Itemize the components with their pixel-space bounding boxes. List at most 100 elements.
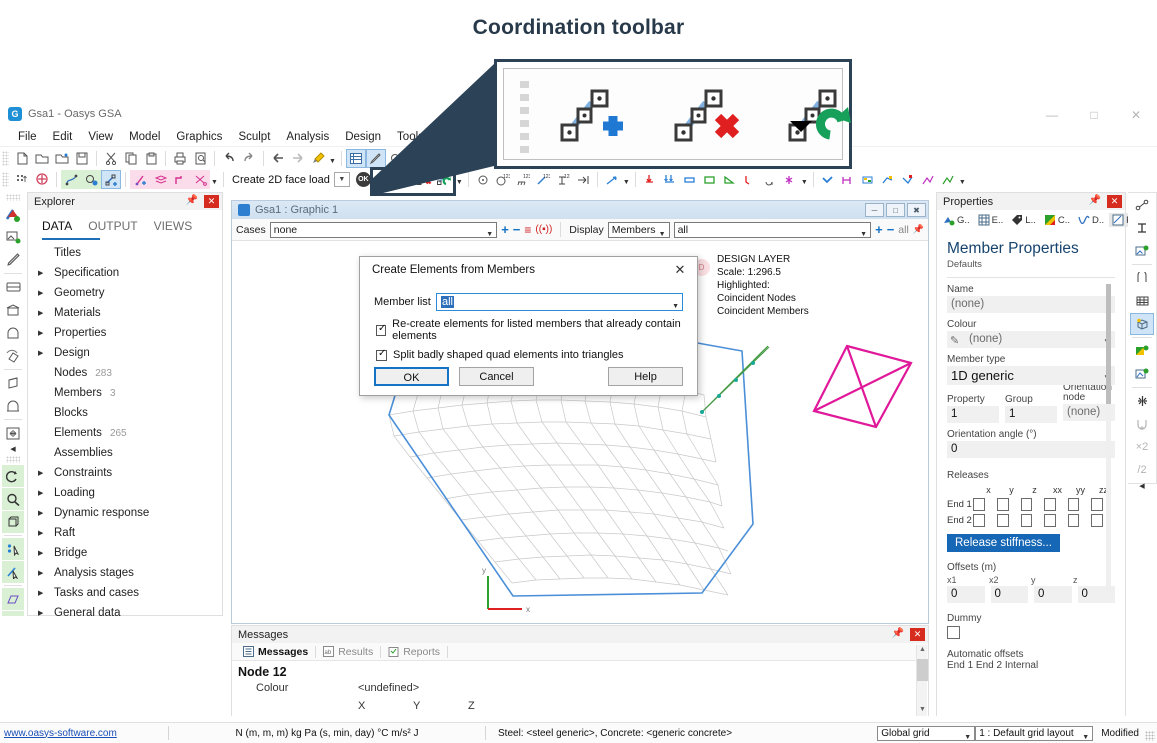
tree-item-properties[interactable]: ▶Properties: [28, 323, 222, 343]
chevron-right-icon[interactable]: ▶: [38, 289, 54, 297]
forward-icon[interactable]: [288, 149, 308, 168]
tree-item-specification[interactable]: ▶Specification: [28, 263, 222, 283]
graphic-close-button[interactable]: ✖: [907, 203, 926, 217]
member-add-icon[interactable]: [130, 170, 150, 189]
result-diagram-icon[interactable]: [918, 170, 938, 189]
tree-item-design[interactable]: ▶Design: [28, 343, 222, 363]
chevron-right-icon[interactable]: ▶: [38, 309, 54, 317]
restraint-label-icon[interactable]: 123: [513, 170, 533, 189]
tab-views[interactable]: VIEWS: [154, 219, 193, 233]
select-node-icon[interactable]: [2, 538, 24, 560]
release-checkbox-yy[interactable]: [1068, 514, 1080, 527]
undo-icon[interactable]: [219, 149, 239, 168]
split-quads-checkbox[interactable]: Split badly shaped quad elements into tr…: [360, 342, 697, 361]
release-checkbox-x[interactable]: [973, 514, 985, 527]
chevron-right-icon[interactable]: ▶: [38, 329, 54, 337]
point-load-icon[interactable]: [640, 170, 660, 189]
chevron-right-icon[interactable]: ▶: [38, 269, 54, 277]
menu-item-sculpt[interactable]: Sculpt: [230, 129, 278, 145]
tree-item-titles[interactable]: Titles: [28, 243, 222, 263]
chevron-right-icon[interactable]: ▶: [38, 589, 54, 597]
orbit-icon[interactable]: [2, 465, 24, 487]
add-target-icon[interactable]: [32, 170, 52, 189]
menu-item-view[interactable]: View: [80, 129, 121, 145]
release-checkbox-x[interactable]: [973, 498, 985, 511]
resize-grip[interactable]: [1145, 731, 1155, 741]
rotate-solid-icon[interactable]: [2, 345, 24, 367]
menu-item-file[interactable]: File: [10, 129, 45, 145]
scale-up-label[interactable]: ×2: [1130, 436, 1154, 458]
offset-field-y[interactable]: 0: [1034, 586, 1072, 603]
tab-messages[interactable]: Messages: [236, 646, 315, 658]
open-icon[interactable]: [32, 149, 52, 168]
back-icon[interactable]: [268, 149, 288, 168]
callout-dropdown-icon[interactable]: [790, 121, 812, 132]
display-add-button[interactable]: +: [875, 222, 883, 237]
chevron-down-icon[interactable]: ▼: [860, 227, 867, 242]
chevron-right-icon[interactable]: ▶: [38, 549, 54, 557]
gravity-load-icon[interactable]: [720, 170, 740, 189]
display-select[interactable]: Members ▼: [608, 222, 670, 238]
tree-item-dynamic-response[interactable]: ▶Dynamic response: [28, 503, 222, 523]
window-controls[interactable]: — □ ✕: [1031, 103, 1157, 127]
face-load-icon[interactable]: [700, 170, 720, 189]
offset-field-x1[interactable]: 0: [947, 586, 985, 603]
display-settings-icon[interactable]: [1130, 363, 1154, 385]
pin-icon[interactable]: 📌: [186, 195, 198, 206]
tree-item-constraints[interactable]: ▶Constraints: [28, 463, 222, 483]
menu-item-edit[interactable]: Edit: [45, 129, 81, 145]
colour-select[interactable]: ✎ (none) ▼: [947, 331, 1115, 348]
element-number-icon[interactable]: 123: [533, 170, 553, 189]
open-recent-icon[interactable]: [52, 149, 72, 168]
node-number-icon[interactable]: 123: [493, 170, 513, 189]
grid-point-icon[interactable]: [12, 170, 32, 189]
grid-select[interactable]: Global grid ▼: [877, 726, 975, 741]
select-element-icon[interactable]: [2, 561, 24, 583]
curve-shape-icon[interactable]: [1130, 267, 1154, 289]
tab-elements[interactable]: E..: [975, 213, 1007, 227]
tree-item-blocks[interactable]: Blocks: [28, 403, 222, 423]
menu-item-model[interactable]: Model: [121, 129, 168, 145]
tree-item-materials[interactable]: ▶Materials: [28, 303, 222, 323]
recreate-elements-checkbox[interactable]: Re-create elements for listed members th…: [360, 311, 697, 342]
sum-plus-icon[interactable]: Σ+: [435, 149, 455, 168]
load-type-dropdown[interactable]: ▼: [334, 172, 350, 187]
toolbar-overflow-icon[interactable]: ▼: [800, 170, 809, 189]
expand-down-icon[interactable]: [818, 170, 838, 189]
tree-item-members[interactable]: Members3: [28, 383, 222, 403]
node-label-icon[interactable]: [473, 170, 493, 189]
print-icon[interactable]: [170, 149, 190, 168]
add-graphic-view-icon[interactable]: [2, 203, 24, 225]
close-icon[interactable]: ✕: [1107, 195, 1122, 208]
distributed-load-icon[interactable]: [660, 170, 680, 189]
toolbar-grip[interactable]: [2, 172, 9, 187]
grid-plane-icon[interactable]: [2, 588, 24, 610]
copy-icon[interactable]: [121, 149, 141, 168]
snap-end-icon[interactable]: [573, 170, 593, 189]
tree-item-geometry[interactable]: ▶Geometry: [28, 283, 222, 303]
release-checkbox-y[interactable]: [997, 498, 1009, 511]
chevron-right-icon[interactable]: ▶: [38, 349, 54, 357]
orientation-angle-field[interactable]: 0: [947, 441, 1115, 458]
step-icon[interactable]: [170, 170, 190, 189]
pin-icon[interactable]: 📌: [1089, 195, 1101, 206]
arch-icon[interactable]: [2, 322, 24, 344]
sum-icon[interactable]: Σ: [415, 149, 435, 168]
redo-icon[interactable]: [239, 149, 259, 168]
image-settings-icon[interactable]: [1130, 240, 1154, 262]
cases-add-button[interactable]: +: [501, 222, 509, 237]
menu-item-design[interactable]: Design: [337, 129, 389, 145]
chevron-down-icon[interactable]: ▼: [486, 227, 493, 242]
tab-diagrams[interactable]: D..: [1075, 213, 1107, 227]
maximize-button[interactable]: □: [1073, 103, 1115, 127]
member-list-input[interactable]: all ▼: [436, 293, 683, 311]
centre-icon[interactable]: [1130, 390, 1154, 412]
dimension-icon[interactable]: 123: [553, 170, 573, 189]
release-stiffness-button[interactable]: Release stiffness...: [947, 534, 1060, 552]
scrollbar-thumb[interactable]: [917, 659, 928, 681]
messages-scrollbar[interactable]: ▲ ▼: [916, 645, 927, 716]
deform-icon[interactable]: [1130, 413, 1154, 435]
graphic-window-controls[interactable]: ─ □ ✖: [865, 203, 926, 217]
fit-view-icon[interactable]: [2, 422, 24, 444]
release-checkbox-z[interactable]: [1021, 498, 1033, 511]
